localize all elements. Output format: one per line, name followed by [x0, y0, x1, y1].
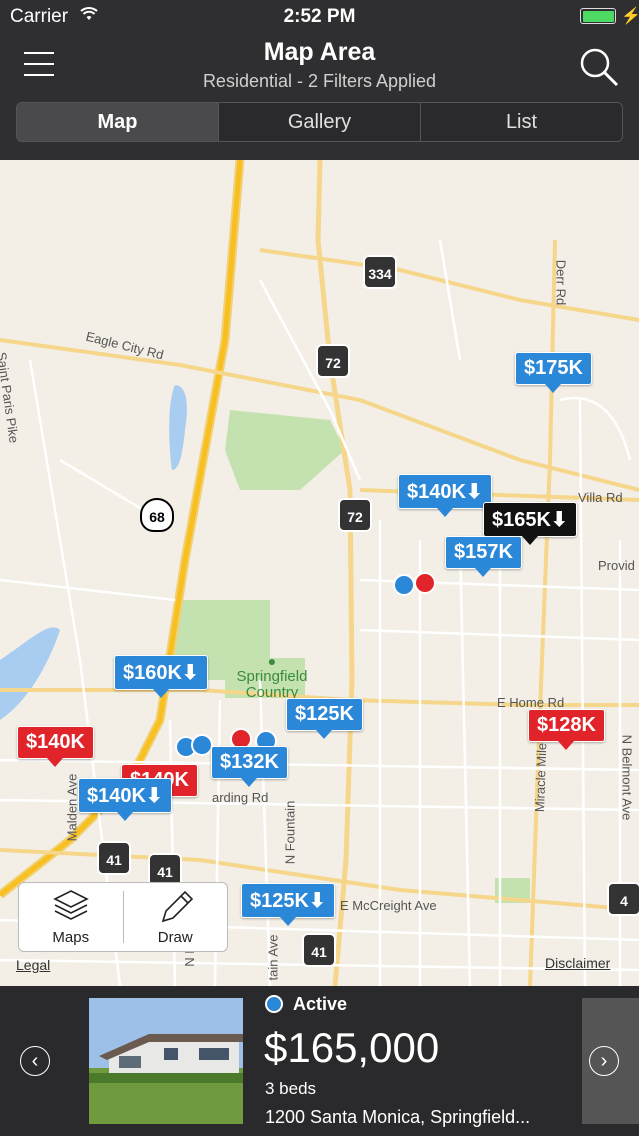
map-tools: Maps Draw — [18, 882, 228, 952]
street-label: N Belmont Ave — [619, 734, 635, 821]
layers-icon — [52, 890, 89, 920]
legal-link[interactable]: Legal — [16, 957, 50, 973]
battery-icon — [580, 8, 616, 24]
house-photo — [89, 998, 243, 1124]
search-icon[interactable] — [578, 46, 620, 88]
listing-dot[interactable] — [393, 574, 415, 596]
draw-label: Draw — [157, 929, 193, 946]
listing-address: 1200 Santa Monica, Springfield... — [265, 1107, 531, 1127]
price-pin[interactable]: $132K — [211, 746, 288, 787]
pencil-icon — [162, 890, 194, 923]
listing-dot[interactable] — [191, 734, 213, 756]
price-pin-selected[interactable]: $165K⬇ — [483, 502, 577, 545]
street-label: Provid — [598, 558, 635, 573]
price-pin[interactable]: $140K⬇ — [398, 474, 492, 517]
route-shield: 68 — [140, 498, 174, 532]
nav-bar: Map Area Residential - 2 Filters Applied… — [0, 32, 639, 160]
street-label: E McCreight Ave — [340, 898, 437, 913]
tab-list[interactable]: List — [421, 103, 622, 141]
disclaimer-link[interactable]: Disclaimer — [545, 955, 610, 971]
route-shield: 41 — [97, 841, 131, 875]
status-label: Active — [293, 994, 348, 1014]
tab-gallery[interactable]: Gallery — [219, 103, 421, 141]
page-title: Map Area — [263, 38, 376, 66]
park-icon: ● — [267, 653, 277, 669]
street-label: Miracle Mile — [531, 742, 550, 813]
price-pin[interactable]: $140K⬇ — [78, 778, 172, 821]
street-label: E Home Rd — [497, 695, 565, 710]
route-shield: 72 — [338, 498, 372, 532]
charging-icon: ⚡ — [621, 8, 639, 25]
price-pin[interactable]: $125K — [286, 698, 363, 739]
view-tabs: Map Gallery List — [16, 102, 623, 142]
map-base — [0, 160, 639, 986]
price-pin[interactable]: $125K⬇ — [241, 883, 335, 926]
maps-label: Maps — [52, 929, 90, 946]
filter-subtitle[interactable]: Residential - 2 Filters Applied — [0, 71, 639, 92]
listing-price: $165,000 — [264, 1024, 440, 1071]
map-view[interactable]: Eagle City Rd Saint Paris Pike Derr Rd V… — [0, 160, 639, 986]
price-pin[interactable]: $160K⬇ — [114, 655, 208, 698]
street-label: N Fountain — [282, 800, 298, 865]
listing-dot[interactable] — [414, 572, 436, 594]
previous-listing-button[interactable]: ‹ — [20, 1046, 50, 1076]
park-name: Springfield Country — [236, 668, 308, 701]
street-label: arding Rd — [212, 790, 269, 805]
tab-map[interactable]: Map — [17, 103, 219, 141]
route-shield: 4 — [607, 882, 639, 916]
status-bar: Carrier 2:52 PM ⚡ — [0, 0, 639, 32]
listing-card[interactable]: ‹ Active $165,000 3 beds 1200 Santa Moni… — [0, 986, 639, 1136]
route-shield: 41 — [302, 933, 336, 967]
listing-status: Active — [265, 994, 347, 1015]
status-dot-icon — [265, 995, 283, 1013]
price-pin[interactable]: $175K — [515, 352, 592, 393]
street-label: tain Ave — [265, 934, 281, 981]
park-label: ● Springfield Country — [218, 653, 326, 701]
price-pin[interactable]: $128K — [528, 709, 605, 750]
price-pin[interactable]: $140K — [17, 726, 94, 767]
price-pin[interactable]: $157K — [445, 536, 522, 577]
next-listing-button[interactable]: › — [589, 1046, 619, 1076]
route-shield: 72 — [316, 344, 350, 378]
draw-button[interactable]: Draw — [124, 883, 228, 951]
status-time: 2:52 PM — [283, 6, 356, 27]
street-label: Villa Rd — [578, 490, 623, 505]
listing-beds: 3 beds — [265, 1079, 317, 1098]
maps-button[interactable]: Maps — [19, 883, 123, 951]
listing-photo[interactable] — [89, 998, 243, 1124]
route-shield: 334 — [363, 255, 397, 289]
street-label: Derr Rd — [553, 259, 569, 306]
